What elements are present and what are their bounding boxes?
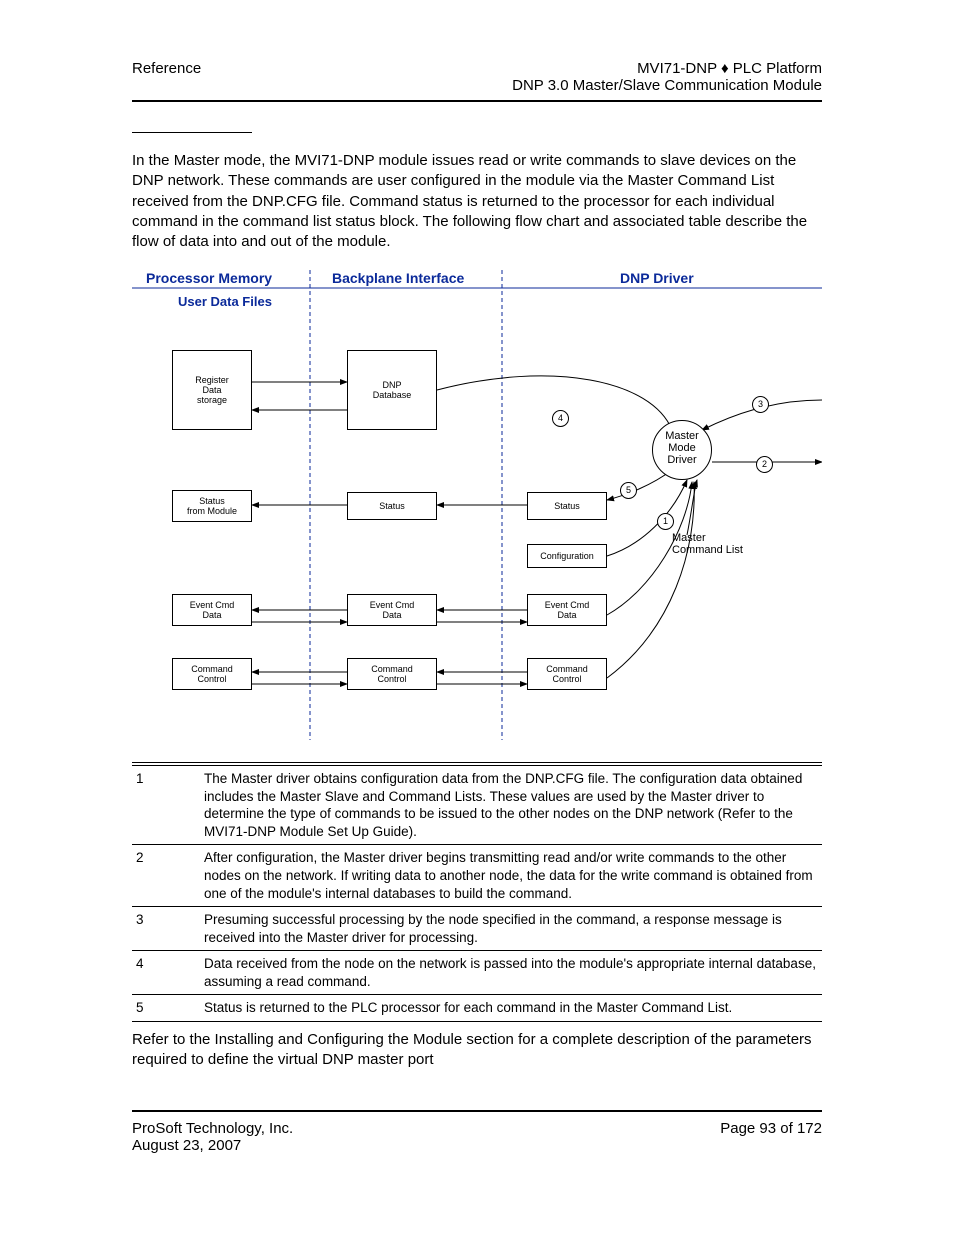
step-num: 3 — [132, 911, 204, 946]
box-status-mid: Status — [347, 492, 437, 520]
box-register: RegisterDatastorage — [172, 350, 252, 430]
table-row: 5 Status is returned to the PLC processo… — [132, 995, 822, 1022]
content: In the Master mode, the MVI71-DNP module… — [70, 132, 884, 1070]
box-evt-right: Event CmdData — [527, 594, 607, 626]
box-evt-mid: Event CmdData — [347, 594, 437, 626]
box-cmd-right: CommandControl — [527, 658, 607, 690]
box-cmd-left: CommandControl — [172, 658, 252, 690]
master-cmd-list-label: MasterCommand List — [672, 532, 762, 556]
step-num: 1 — [132, 770, 204, 840]
step-desc: After configuration, the Master driver b… — [204, 849, 822, 902]
table-row: 1 The Master driver obtains configuratio… — [132, 766, 822, 845]
page-header: Reference MVI71-DNP ♦ PLC Platform DNP 3… — [70, 60, 884, 94]
box-evt-left: Event CmdData — [172, 594, 252, 626]
box-config: Configuration — [527, 544, 607, 568]
footer-left: ProSoft Technology, Inc. August 23, 2007 — [132, 1120, 293, 1154]
footer-right: Page 93 of 172 — [720, 1120, 822, 1154]
box-status-right: Status — [527, 492, 607, 520]
footer-date: August 23, 2007 — [132, 1137, 293, 1154]
page-footer: ProSoft Technology, Inc. August 23, 2007… — [70, 1120, 884, 1154]
header-right-2: DNP 3.0 Master/Slave Communication Modul… — [512, 77, 822, 94]
table-row: 4 Data received from the node on the net… — [132, 951, 822, 995]
step-num: 4 — [132, 955, 204, 990]
after-table-text: Refer to the Installing and Configuring … — [132, 1030, 822, 1071]
header-rule — [132, 100, 822, 102]
step-desc: The Master driver obtains configuration … — [204, 770, 822, 840]
table-row: 3 Presuming successful processing by the… — [132, 907, 822, 951]
footer-rule — [132, 1110, 822, 1112]
footer-company: ProSoft Technology, Inc. — [132, 1120, 293, 1137]
step-desc: Data received from the node on the netwo… — [204, 955, 822, 990]
section-bar — [132, 132, 252, 133]
master-driver-label: MasterModeDriver — [662, 430, 702, 466]
header-right: MVI71-DNP ♦ PLC Platform DNP 3.0 Master/… — [512, 60, 822, 94]
step-desc: Status is returned to the PLC processor … — [204, 999, 822, 1017]
body-paragraph: In the Master mode, the MVI71-DNP module… — [132, 151, 822, 252]
step-num: 2 — [132, 849, 204, 902]
step-desc: Presuming successful processing by the n… — [204, 911, 822, 946]
box-status-from: Statusfrom Module — [172, 490, 252, 522]
steps-table: 1 The Master driver obtains configuratio… — [132, 762, 822, 1022]
flow-diagram: Processor Memory Backplane Interface DNP… — [132, 270, 822, 740]
page: Reference MVI71-DNP ♦ PLC Platform DNP 3… — [0, 0, 954, 1235]
header-right-1: MVI71-DNP ♦ PLC Platform — [512, 60, 822, 77]
header-left: Reference — [132, 60, 201, 77]
box-cmd-mid: CommandControl — [347, 658, 437, 690]
step-num: 5 — [132, 999, 204, 1017]
box-dnp-db: DNPDatabase — [347, 350, 437, 430]
table-row: 2 After configuration, the Master driver… — [132, 845, 822, 907]
